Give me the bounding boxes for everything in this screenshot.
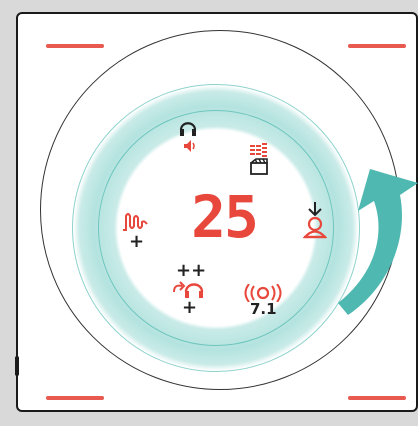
corner-indicator-bottom-left xyxy=(46,396,104,400)
bass-boost-plus: + xyxy=(129,231,145,252)
rotate-arrow-icon[interactable] xyxy=(330,165,418,325)
corner-indicator-bottom-right xyxy=(348,396,406,400)
corner-indicator-top-left xyxy=(46,44,104,48)
corner-indicator-top-right xyxy=(348,44,406,48)
bass-wave-icon[interactable] xyxy=(122,212,148,232)
headset-speaker-icon[interactable] xyxy=(178,118,198,156)
download-user-icon[interactable] xyxy=(303,200,327,240)
sidetone-plus: + xyxy=(182,297,198,318)
equalizer-scene-icon[interactable] xyxy=(248,143,270,177)
surround-format-label: 7.1 xyxy=(250,300,277,318)
level-display: 25 xyxy=(191,183,259,251)
edge-marker xyxy=(15,356,19,376)
device-frame: 25 + ++ + 7.1 xyxy=(0,0,418,426)
